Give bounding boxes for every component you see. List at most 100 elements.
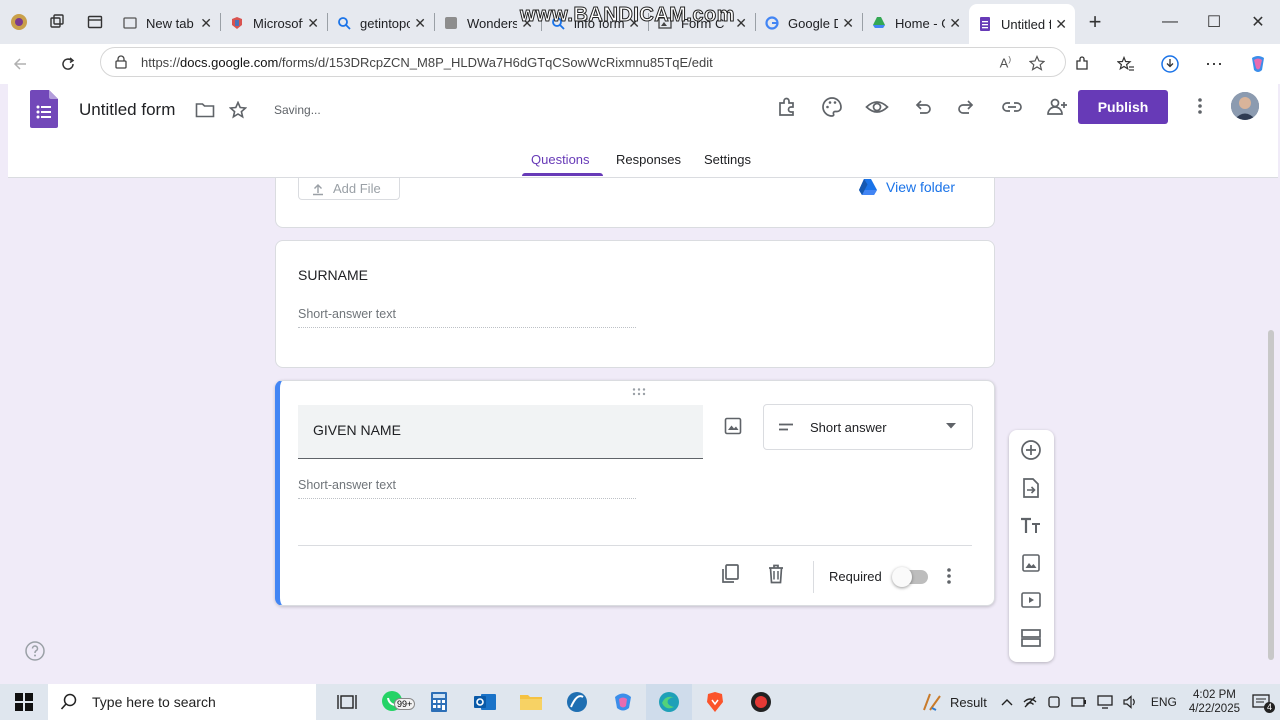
clock[interactable]: 4:02 PM 4/22/2025: [1189, 688, 1240, 716]
question-card-given-name[interactable]: GIVEN NAME Short answer Short-answer tex…: [275, 380, 995, 606]
close-tab-icon[interactable]: ✕: [842, 15, 854, 32]
profile-icon[interactable]: [0, 0, 38, 44]
calculator-icon[interactable]: [416, 684, 462, 720]
extensions-icon[interactable]: [1060, 56, 1104, 72]
maximize-icon[interactable]: ☐: [1192, 0, 1236, 44]
clock-date: 4/22/2025: [1188, 703, 1240, 715]
lock-icon[interactable]: [115, 55, 127, 69]
add-file-button[interactable]: Add File: [298, 178, 400, 200]
more-vert-icon[interactable]: [1190, 96, 1210, 116]
undo-icon[interactable]: [899, 94, 944, 120]
question-title: SURNAME: [298, 267, 369, 283]
outlook-icon[interactable]: [462, 684, 508, 720]
link-icon[interactable]: [989, 94, 1034, 120]
edge-icon[interactable]: [646, 684, 692, 720]
scrollbar[interactable]: [1268, 330, 1274, 660]
save-status: Saving...: [274, 103, 321, 117]
tab-questions[interactable]: Questions: [531, 152, 590, 167]
more-vert-icon[interactable]: [944, 566, 954, 586]
close-tab-icon[interactable]: ✕: [949, 15, 961, 32]
publish-button[interactable]: Publish: [1078, 90, 1168, 124]
close-tab-icon[interactable]: ✕: [1055, 16, 1067, 33]
display-icon[interactable]: [1097, 695, 1113, 709]
m365-icon[interactable]: [600, 684, 646, 720]
help-icon[interactable]: [25, 641, 45, 661]
taskbar-search-box[interactable]: Type here to search: [48, 684, 316, 720]
browser-tab[interactable]: Home - G ✕: [863, 6, 969, 40]
windows-start-icon[interactable]: [0, 693, 48, 711]
folder-icon[interactable]: [195, 101, 215, 119]
add-video-icon[interactable]: [1019, 588, 1043, 612]
new-tab-button[interactable]: +: [1075, 9, 1115, 35]
drag-handle-icon[interactable]: [631, 387, 647, 397]
browser-tab[interactable]: Google D ✕: [756, 6, 862, 40]
chevron-up-icon[interactable]: [1001, 698, 1013, 706]
downloads-icon[interactable]: [1148, 55, 1192, 73]
google-icon: [764, 15, 780, 31]
star-icon[interactable]: [229, 101, 247, 119]
add-image-icon[interactable]: [724, 417, 742, 435]
close-tab-icon[interactable]: ✕: [735, 15, 747, 32]
volume-icon[interactable]: [1123, 695, 1139, 709]
bandicam-icon[interactable]: [738, 684, 784, 720]
view-folder-link[interactable]: View folder: [858, 178, 955, 196]
file-explorer-icon[interactable]: [508, 684, 554, 720]
required-label: Required: [829, 569, 882, 584]
notification-icon[interactable]: 4: [1252, 694, 1275, 713]
question-title-input[interactable]: GIVEN NAME: [298, 405, 703, 459]
add-section-icon[interactable]: [1019, 626, 1043, 650]
add-collaborator-icon[interactable]: [1034, 94, 1079, 120]
palette-icon[interactable]: [809, 94, 854, 120]
close-window-icon[interactable]: ✕: [1236, 0, 1280, 44]
close-tab-icon[interactable]: ✕: [414, 15, 426, 32]
language-indicator[interactable]: ENG: [1151, 695, 1177, 709]
delete-icon[interactable]: [766, 563, 786, 585]
reload-icon[interactable]: [48, 46, 88, 82]
more-options-icon[interactable]: ⋯: [1192, 54, 1236, 75]
minimize-icon[interactable]: —: [1148, 0, 1192, 44]
view-folder-label: View folder: [886, 179, 956, 195]
brave-icon[interactable]: [692, 684, 738, 720]
tab-responses[interactable]: Responses: [616, 152, 681, 167]
result-app-icon[interactable]: [920, 690, 944, 714]
browser-tab-active[interactable]: Untitled f ✕: [969, 4, 1075, 44]
browser-tab[interactable]: New tab ✕: [114, 6, 220, 40]
task-view-icon[interactable]: [324, 684, 370, 720]
forms-logo-icon[interactable]: [30, 90, 58, 128]
result-label[interactable]: Result: [950, 695, 987, 710]
add-file-label: Add File: [333, 181, 381, 196]
redo-icon[interactable]: [944, 94, 989, 120]
tab-actions-icon[interactable]: [76, 0, 114, 44]
workspaces-icon[interactable]: [38, 0, 76, 44]
preview-icon[interactable]: [854, 94, 899, 120]
whatsapp-icon[interactable]: 99+: [370, 684, 416, 720]
close-tab-icon[interactable]: ✕: [307, 15, 319, 32]
add-title-icon[interactable]: [1019, 514, 1043, 538]
battery-icon[interactable]: [1071, 695, 1087, 709]
addons-icon[interactable]: [764, 94, 809, 120]
required-toggle[interactable]: [892, 567, 928, 587]
address-bar[interactable]: https://docs.google.com/forms/d/153DRcpZ…: [100, 47, 1066, 77]
add-question-icon[interactable]: [1019, 438, 1043, 462]
close-tab-icon[interactable]: ✕: [200, 15, 212, 32]
favorites-icon[interactable]: [1104, 56, 1148, 72]
question-card-surname[interactable]: SURNAME Short-answer text: [275, 240, 995, 368]
import-questions-icon[interactable]: [1019, 476, 1043, 500]
add-image-icon[interactable]: [1019, 551, 1043, 575]
page-icon: [443, 15, 459, 31]
avatar[interactable]: [1231, 92, 1259, 120]
question-type-select[interactable]: Short answer: [763, 404, 973, 450]
copilot-icon[interactable]: [1236, 54, 1280, 74]
favorite-star-icon[interactable]: [1029, 55, 1045, 71]
short-answer-placeholder: Short-answer text: [298, 478, 636, 499]
browser-tab[interactable]: getintopc ✕: [328, 6, 434, 40]
read-aloud-icon[interactable]: A): [1000, 55, 1011, 70]
duplicate-icon[interactable]: [720, 563, 740, 585]
form-title[interactable]: Untitled form: [79, 100, 175, 120]
app-icon[interactable]: [554, 684, 600, 720]
browser-tab[interactable]: Microsoft ✕: [221, 6, 327, 40]
back-icon[interactable]: [0, 46, 40, 82]
security-icon[interactable]: [1047, 695, 1061, 709]
network-icon[interactable]: [1023, 695, 1037, 709]
tab-settings[interactable]: Settings: [704, 152, 751, 167]
